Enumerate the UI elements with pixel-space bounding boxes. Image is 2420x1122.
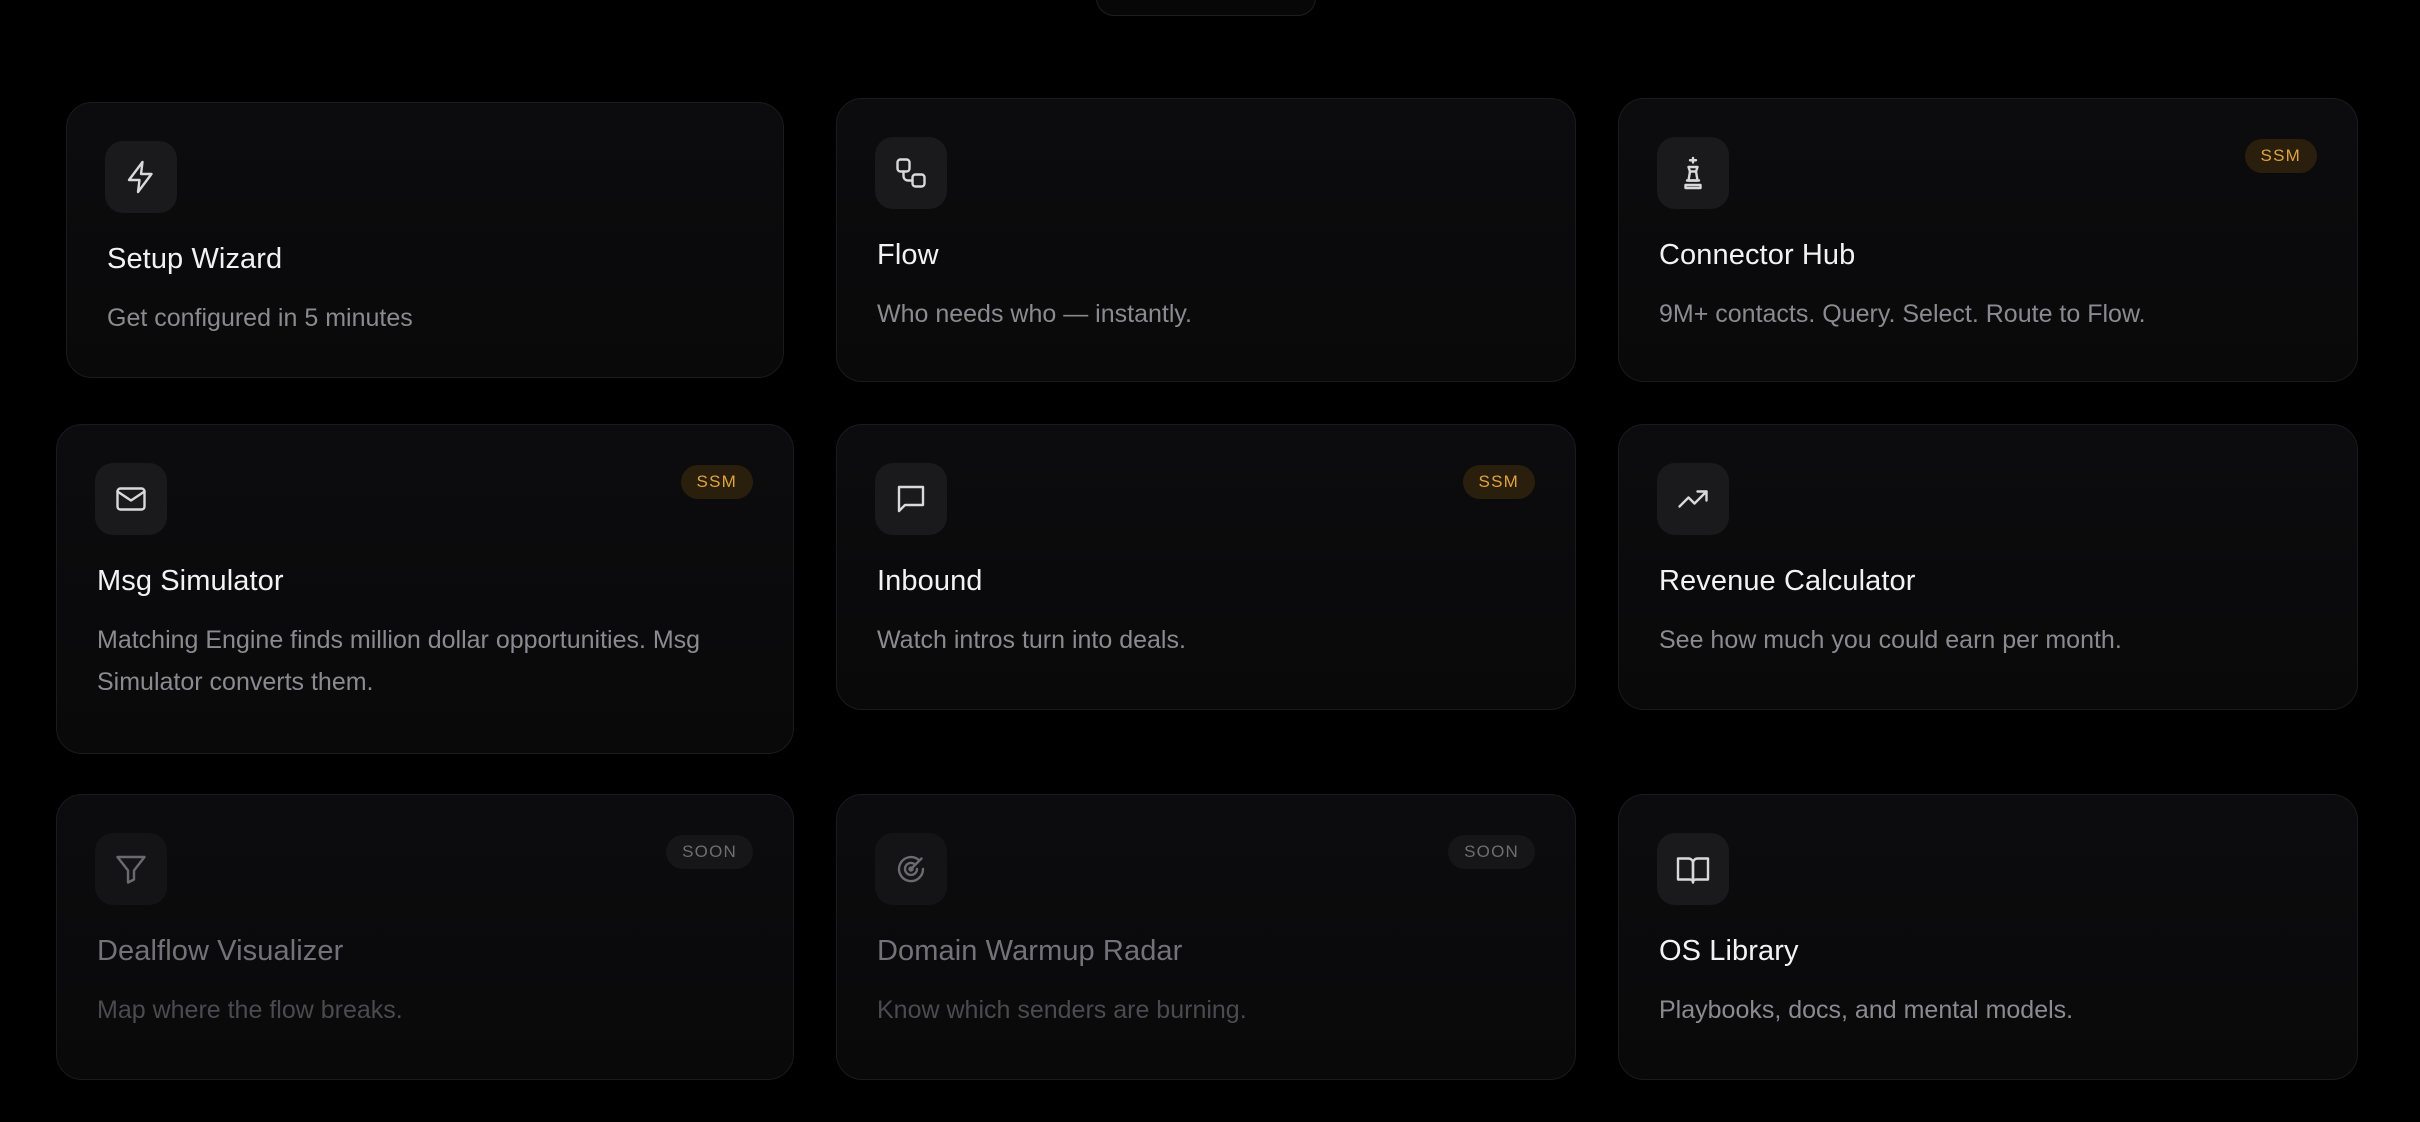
card-description: Get configured in 5 minutes <box>107 304 413 332</box>
soon-badge: SOON <box>1448 835 1535 869</box>
card-dealflow-visualizer[interactable]: SOON Dealflow Visualizer Map where the f… <box>56 794 794 1080</box>
flow-nodes-icon <box>896 158 926 188</box>
chat-bubble-icon <box>897 485 925 513</box>
card-title: Flow <box>877 239 939 271</box>
card-connector-hub[interactable]: SSM Connector Hub 9M+ contacts. Query. S… <box>1618 98 2358 382</box>
card-description: Who needs who — instantly. <box>877 300 1192 328</box>
soon-badge: SOON <box>666 835 753 869</box>
card-os-library[interactable]: OS Library Playbooks, docs, and mental m… <box>1618 794 2358 1080</box>
card-description: Playbooks, docs, and mental models. <box>1659 996 2074 1024</box>
card-msg-simulator[interactable]: SSM Msg Simulator Matching Engine finds … <box>56 424 794 754</box>
ssm-badge: SSM <box>680 465 753 499</box>
icon-container <box>875 833 947 905</box>
card-description: 9M+ contacts. Query. Select. Route to Fl… <box>1659 300 2146 328</box>
card-title: OS Library <box>1659 935 1799 967</box>
radar-icon <box>897 855 925 883</box>
card-description: Matching Engine finds million dollar opp… <box>97 626 701 696</box>
card-revenue-calculator[interactable]: Revenue Calculator See how much you coul… <box>1618 424 2358 710</box>
trend-up-icon <box>1678 490 1708 508</box>
funnel-icon <box>116 855 146 884</box>
icon-container <box>1657 833 1729 905</box>
card-description: Watch intros turn into deals. <box>877 626 1186 654</box>
ssm-badge: SSM <box>1462 465 1535 499</box>
icon-container <box>875 137 947 209</box>
icon-container <box>1657 463 1729 535</box>
icon-container <box>1657 137 1729 209</box>
ssm-badge: SSM <box>2244 139 2317 173</box>
card-inbound[interactable]: SSM Inbound Watch intros turn into deals… <box>836 424 1576 710</box>
chess-piece-icon <box>1684 156 1702 190</box>
card-description: See how much you could earn per month. <box>1659 626 2122 654</box>
icon-container <box>95 833 167 905</box>
card-title: Setup Wizard <box>107 243 283 275</box>
card-title: Domain Warmup Radar <box>877 935 1183 967</box>
card-description: Map where the flow breaks. <box>97 996 403 1024</box>
book-icon <box>1676 857 1710 884</box>
tools-grid-page: Setup Wizard Get configured in 5 minutes… <box>0 0 2420 1122</box>
mail-icon <box>116 487 146 511</box>
card-flow[interactable]: Flow Who needs who — instantly. <box>836 98 1576 382</box>
card-title: Revenue Calculator <box>1659 565 1916 597</box>
card-domain-warmup-radar[interactable]: SOON Domain Warmup Radar Know which send… <box>836 794 1576 1080</box>
card-title: Connector Hub <box>1659 239 1856 271</box>
icon-container <box>875 463 947 535</box>
card-description: Know which senders are burning. <box>877 996 1247 1024</box>
icon-container <box>95 463 167 535</box>
lightning-icon <box>127 160 153 194</box>
card-title: Msg Simulator <box>97 565 284 597</box>
card-title: Dealflow Visualizer <box>97 935 344 967</box>
icon-container <box>105 141 177 213</box>
top-tab-edge[interactable] <box>1096 0 1316 16</box>
card-title: Inbound <box>877 565 983 597</box>
card-setup-wizard[interactable]: Setup Wizard Get configured in 5 minutes <box>66 102 784 378</box>
